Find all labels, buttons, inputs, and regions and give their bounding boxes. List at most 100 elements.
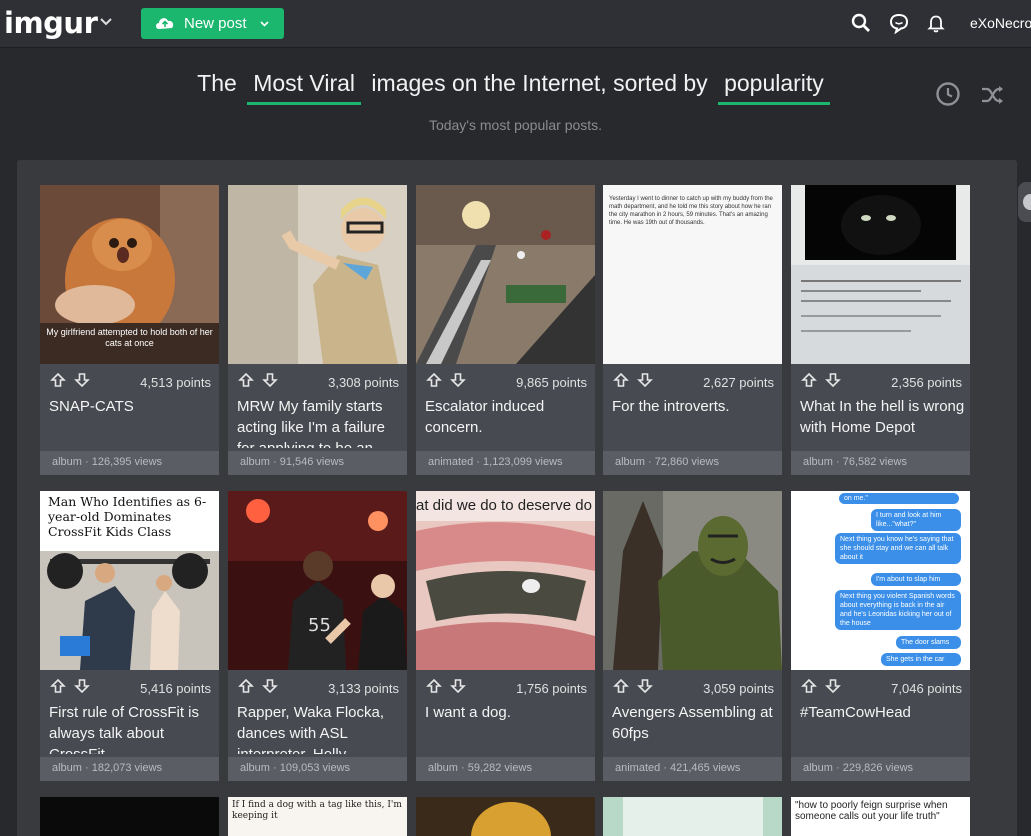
side-panel-toggle[interactable] [1018, 182, 1031, 222]
upvote-icon[interactable] [801, 678, 817, 694]
points-count: 2,356 points [891, 375, 962, 390]
post-thumbnail[interactable]: Yesterday I went to dinner to catch up w… [603, 185, 782, 364]
downvote-icon[interactable] [825, 678, 841, 694]
page-headline: The Most Viral images on the Internet, s… [0, 70, 1031, 105]
post-meta: album · 72,860 views [603, 451, 782, 475]
points-count: 7,046 points [891, 681, 962, 696]
post-title[interactable]: For the introverts. [612, 396, 777, 448]
points-count: 3,308 points [328, 375, 399, 390]
post-card[interactable]: Yesterday I went to dinner to catch up w… [603, 185, 782, 475]
post-card[interactable]: 3,059 points Avengers Assembling at 60fp… [603, 491, 782, 781]
post-title[interactable]: Escalator induced concern. [425, 396, 590, 448]
post-card[interactable]: 55 3,133 points Rapper, Waka Flocka, dan… [228, 491, 407, 781]
clock-icon[interactable] [935, 81, 961, 107]
post-card[interactable]: 2,356 points What In the hell is wrong w… [791, 185, 970, 475]
post-meta: album · 91,546 views [228, 451, 407, 475]
upvote-icon[interactable] [50, 678, 66, 694]
chevron-down-icon [260, 21, 269, 27]
upvote-icon[interactable] [613, 372, 629, 388]
post-meta: animated · 421,465 views [603, 757, 782, 781]
post-card[interactable]: My girlfriend attempted to hold both of … [40, 185, 219, 475]
image-caption: My girlfriend attempted to hold both of … [46, 327, 213, 348]
post-title[interactable]: Rapper, Waka Flocka, dances with ASL int… [237, 702, 402, 754]
post-title[interactable]: SNAP-CATS [49, 396, 214, 448]
post-thumbnail[interactable]: If I find a dog with a tag like this, I'… [228, 797, 407, 836]
image-caption: at did we do to deserve do [416, 497, 592, 514]
menu-icon [1023, 194, 1031, 210]
chat-bubble: Next thing you know he's saying that she… [835, 533, 961, 564]
search-icon[interactable] [850, 12, 872, 34]
section-selector[interactable]: Most Viral [247, 70, 362, 105]
upvote-icon[interactable] [238, 372, 254, 388]
post-meta: album · 76,582 views [791, 451, 970, 475]
image-caption: If I find a dog with a tag like this, I'… [232, 800, 402, 821]
post-thumbnail[interactable] [228, 185, 407, 364]
thumbnail-art [623, 797, 763, 836]
imgur-logo[interactable]: imgur [4, 6, 98, 40]
sort-selector[interactable]: popularity [718, 70, 830, 105]
post-thumbnail[interactable] [791, 185, 970, 364]
chevron-down-icon[interactable] [99, 14, 113, 28]
upvote-icon[interactable] [426, 372, 442, 388]
downvote-icon[interactable] [637, 372, 653, 388]
points-count: 9,865 points [516, 375, 587, 390]
post-card[interactable]: on me." I turn and look at him like..."w… [791, 491, 970, 781]
post-thumbnail[interactable] [416, 797, 595, 836]
post-title[interactable]: First rule of CrossFit is always talk ab… [49, 702, 214, 754]
post-thumbnail[interactable]: Man Who Identifies as 6-year-old Dominat… [40, 491, 219, 670]
svg-text:55: 55 [308, 615, 331, 636]
upvote-icon[interactable] [50, 372, 66, 388]
post-thumbnail[interactable]: 55 [228, 491, 407, 670]
upvote-icon[interactable] [801, 372, 817, 388]
post-title[interactable]: I want a dog. [425, 702, 590, 754]
post-thumbnail[interactable]: "how to poorly feign surprise when someo… [791, 797, 970, 836]
post-card[interactable]: 3,308 points MRW My family starts acting… [228, 185, 407, 475]
post-thumbnail[interactable] [40, 797, 219, 836]
post-meta: album · 109,053 views [228, 757, 407, 781]
post-title[interactable]: MRW My family starts acting like I'm a f… [237, 396, 402, 448]
post-meta: album · 59,282 views [416, 757, 595, 781]
downvote-icon[interactable] [74, 678, 90, 694]
points-count: 1,756 points [516, 681, 587, 696]
post-thumbnail[interactable] [416, 185, 595, 364]
chat-icon[interactable] [888, 12, 910, 34]
document-text: Yesterday I went to dinner to catch up w… [609, 196, 773, 226]
page-subtitle: Today's most popular posts. [428, 117, 603, 133]
chat-bubble: Next thing you violent Spanish words abo… [835, 590, 961, 630]
post-title[interactable]: #TeamCowHead [800, 702, 965, 754]
upvote-icon[interactable] [426, 678, 442, 694]
downvote-icon[interactable] [450, 372, 466, 388]
username[interactable]: eXoNecro [970, 15, 1031, 31]
downvote-icon[interactable] [637, 678, 653, 694]
points-count: 4,513 points [140, 375, 211, 390]
post-thumbnail[interactable]: on me." I turn and look at him like..."w… [791, 491, 970, 670]
post-thumbnail[interactable]: My girlfriend attempted to hold both of … [40, 185, 219, 364]
upvote-icon[interactable] [613, 678, 629, 694]
post-thumbnail[interactable]: at did we do to deserve do [416, 491, 595, 670]
image-caption: "how to poorly feign surprise when someo… [795, 800, 948, 822]
bell-icon[interactable] [925, 12, 947, 34]
top-bar: imgur New post eXoNecro [0, 0, 1031, 48]
post-meta: album · 229,826 views [791, 757, 970, 781]
shuffle-icon[interactable] [981, 84, 1005, 106]
chat-bubble: I'm about to slap him [871, 573, 961, 586]
post-title[interactable]: Avengers Assembling at 60fps [612, 702, 777, 754]
post-thumbnail[interactable] [603, 797, 782, 836]
downvote-icon[interactable] [74, 372, 90, 388]
headline-prefix: The [197, 70, 237, 96]
post-card[interactable]: 9,865 points Escalator induced concern. … [416, 185, 595, 475]
post-card[interactable]: at did we do to deserve do 1,756 points … [416, 491, 595, 781]
downvote-icon[interactable] [262, 678, 278, 694]
post-meta: animated · 1,123,099 views [416, 451, 595, 475]
post-card[interactable]: Man Who Identifies as 6-year-old Dominat… [40, 491, 219, 781]
downvote-icon[interactable] [450, 678, 466, 694]
post-meta: album · 126,395 views [40, 451, 219, 475]
post-thumbnail[interactable] [603, 491, 782, 670]
new-post-button[interactable]: New post [141, 8, 284, 39]
new-post-label: New post [184, 15, 247, 32]
points-count: 3,133 points [328, 681, 399, 696]
upvote-icon[interactable] [238, 678, 254, 694]
downvote-icon[interactable] [262, 372, 278, 388]
downvote-icon[interactable] [825, 372, 841, 388]
post-title[interactable]: What In the hell is wrong with Home Depo… [800, 396, 965, 448]
